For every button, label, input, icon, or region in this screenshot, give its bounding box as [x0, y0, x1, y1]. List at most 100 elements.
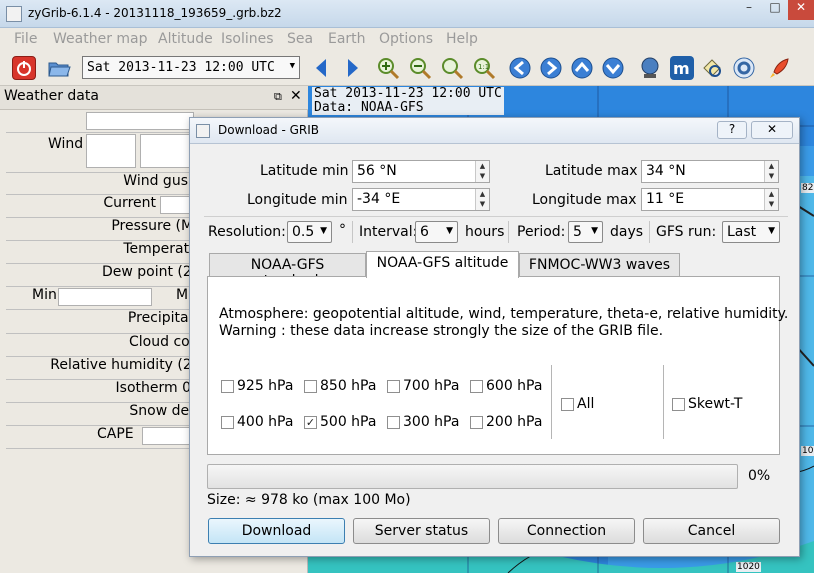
- level-400-label: 400 hPa: [237, 414, 294, 430]
- connection-button[interactable]: Connection: [498, 518, 635, 544]
- window-close-button[interactable]: ✕: [788, 0, 814, 20]
- top-field: [86, 112, 194, 130]
- dialog-close-button[interactable]: ✕: [751, 121, 793, 139]
- server-status-button[interactable]: Server status: [353, 518, 490, 544]
- zoom-in-icon[interactable]: [376, 56, 400, 80]
- isotherm-row: Isotherm 0°: [6, 379, 206, 401]
- menu-file[interactable]: File: [14, 31, 37, 47]
- chevron-down-icon: ▼: [320, 226, 327, 236]
- coords-separator: [204, 216, 788, 217]
- cape-field: [142, 427, 194, 445]
- zoom-out-icon[interactable]: [408, 56, 432, 80]
- float-icon[interactable]: ⧉: [274, 90, 282, 104]
- resolution-unit: °: [339, 222, 346, 238]
- wind-gust-label: Wind gus: [123, 173, 188, 189]
- progress-percent: 0%: [748, 468, 771, 484]
- rocket-icon[interactable]: [768, 56, 792, 80]
- interval-select[interactable]: 6 ▼: [415, 221, 458, 243]
- checkbox-300[interactable]: [387, 416, 400, 429]
- lon-max-spinbox[interactable]: 11 °E ▲ ▼: [641, 188, 779, 211]
- open-folder-icon[interactable]: [47, 56, 71, 80]
- period-select[interactable]: 5 ▼: [568, 221, 603, 243]
- checkbox-500[interactable]: ✓: [304, 416, 317, 429]
- min-field: [58, 288, 152, 306]
- boat-icon[interactable]: [700, 56, 724, 80]
- meteogram-icon[interactable]: m: [670, 56, 694, 80]
- menu-altitude[interactable]: Altitude: [158, 31, 213, 47]
- download-label: Download: [241, 523, 312, 539]
- level-850-label: 850 hPa: [320, 378, 377, 394]
- tab-fnmoc-ww3-waves[interactable]: FNMOC-WW3 waves: [519, 253, 680, 276]
- gfs-run-label: GFS run:: [656, 224, 717, 240]
- zoom-reset-icon[interactable]: 1:1: [472, 56, 496, 80]
- zoom-fit-icon[interactable]: [440, 56, 464, 80]
- tab-noaa-gfs-altitude[interactable]: NOAA-GFS altitude: [366, 251, 519, 278]
- spin-arrows-icon[interactable]: ▲ ▼: [764, 161, 778, 182]
- lat-max-spinbox[interactable]: 34 °N ▲ ▼: [641, 160, 779, 183]
- gfs-run-select[interactable]: Last ▼: [722, 221, 780, 243]
- level-300-label: 300 hPa: [403, 414, 460, 430]
- menu-sea[interactable]: Sea: [287, 31, 313, 47]
- spin-arrows-icon[interactable]: ▲ ▼: [475, 161, 489, 182]
- levels-divider: [551, 365, 552, 439]
- download-button[interactable]: Download: [208, 518, 345, 544]
- checkbox-700[interactable]: [387, 380, 400, 393]
- pan-up-icon[interactable]: [570, 56, 594, 80]
- toolbar: Sat 2013-11-23 12:00 UTC ▼ 1:1 m: [0, 50, 814, 86]
- option-divider: [508, 221, 509, 243]
- period-value: 5: [573, 224, 582, 240]
- spin-arrows-icon[interactable]: ▲ ▼: [764, 189, 778, 210]
- checkbox-400[interactable]: [221, 416, 234, 429]
- snow-row: Snow dep: [6, 402, 206, 424]
- wind-gust-row: Wind gus: [6, 172, 206, 194]
- menu-bar: File Weather map Altitude Isolines Sea E…: [0, 28, 814, 50]
- next-date-icon[interactable]: [340, 56, 364, 80]
- size-estimate: Size: ≈ 978 ko (max 100 Mo): [207, 492, 411, 508]
- pan-down-icon[interactable]: [601, 56, 625, 80]
- menu-weather-map[interactable]: Weather map: [53, 31, 148, 47]
- menu-earth[interactable]: Earth: [328, 31, 366, 47]
- level-200-label: 200 hPa: [486, 414, 543, 430]
- lon-min-spinbox[interactable]: -34 °E ▲ ▼: [352, 188, 490, 211]
- panel-close-icon[interactable]: ✕: [290, 88, 302, 104]
- level-700-label: 700 hPa: [403, 378, 460, 394]
- cloud-row: Cloud cov: [6, 333, 206, 355]
- window-titlebar: zyGrib-6.1.4 - 20131118_193659_.grb.bz2 …: [0, 0, 814, 28]
- resolution-select[interactable]: 0.5 ▼: [287, 221, 332, 243]
- min-label: Min: [32, 287, 57, 303]
- max-label: M: [176, 287, 189, 303]
- previous-date-icon[interactable]: [310, 56, 334, 80]
- download-server-icon[interactable]: [638, 56, 662, 80]
- interval-label: Interval:: [359, 224, 418, 240]
- checkbox-600[interactable]: [470, 380, 483, 393]
- pan-left-icon[interactable]: [508, 56, 532, 80]
- pan-right-icon[interactable]: [539, 56, 563, 80]
- checkbox-925[interactable]: [221, 380, 234, 393]
- tab-noaa-gfs-standard[interactable]: NOAA-GFS standard: [209, 253, 366, 289]
- wind-field-1: [86, 134, 136, 168]
- maximize-button[interactable]: □: [762, 0, 788, 20]
- cancel-button[interactable]: Cancel: [643, 518, 780, 544]
- checkbox-200[interactable]: [470, 416, 483, 429]
- description-line-1: Atmosphere: geopotential altitude, wind,…: [219, 306, 789, 322]
- level-925-label: 925 hPa: [237, 378, 294, 394]
- dialog-help-button[interactable]: ?: [717, 121, 747, 139]
- menu-isolines[interactable]: Isolines: [221, 31, 274, 47]
- wind-field-2: [140, 134, 194, 168]
- tab-panel-altitude: Atmosphere: geopotential altitude, wind,…: [207, 276, 788, 455]
- menu-options[interactable]: Options: [379, 31, 433, 47]
- menu-help[interactable]: Help: [446, 31, 478, 47]
- window-title: zyGrib-6.1.4 - 20131118_193659_.grb.bz2: [28, 6, 282, 20]
- interval-unit: hours: [465, 224, 505, 240]
- checkbox-850[interactable]: [304, 380, 317, 393]
- minimize-button[interactable]: –: [736, 0, 762, 20]
- lat-min-spinbox[interactable]: 56 °N ▲ ▼: [352, 160, 490, 183]
- app-icon: [6, 6, 22, 22]
- date-select[interactable]: Sat 2013-11-23 12:00 UTC ▼: [82, 56, 300, 79]
- checkbox-all[interactable]: [561, 398, 574, 411]
- checkbox-skewt[interactable]: [672, 398, 685, 411]
- help-icon[interactable]: [732, 56, 756, 80]
- spin-arrows-icon[interactable]: ▲ ▼: [475, 189, 489, 210]
- lon-max-value: 11 °E: [646, 191, 685, 207]
- power-icon[interactable]: [12, 56, 36, 80]
